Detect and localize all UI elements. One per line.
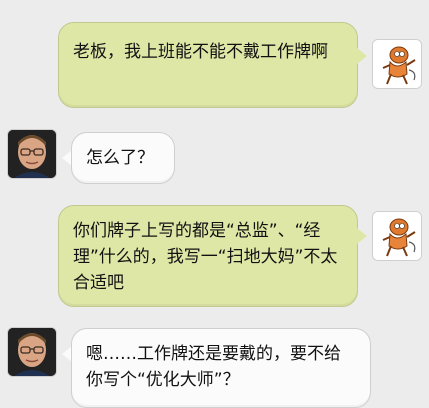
message-bubble-outgoing[interactable]: 你们牌子上写的都是“总监”、“经理”什么的，我写一“扫地大妈”不太合适吧 [58, 205, 358, 307]
message-bubble-outgoing[interactable]: 老板，我上班能不能不戴工作牌啊 [58, 22, 358, 108]
message-text: 嗯……工作牌还是要戴的，要不给你写个“优化大师”？ [86, 344, 341, 390]
message-text: 你们牌子上写的都是“总监”、“经理”什么的，我写一“扫地大妈”不太合适吧 [73, 221, 338, 293]
avatar[interactable] [373, 40, 421, 88]
avatar[interactable] [8, 328, 56, 376]
cartoon-character-avatar-icon [373, 212, 421, 260]
avatar[interactable] [373, 212, 421, 260]
bubble-tail [357, 48, 367, 64]
message-text: 怎么了？ [86, 148, 154, 168]
man-with-glasses-avatar-icon [8, 130, 56, 178]
bubble-tail [357, 228, 367, 244]
man-with-glasses-avatar-icon [8, 328, 56, 376]
message-text: 老板，我上班能不能不戴工作牌啊 [73, 42, 328, 62]
avatar[interactable] [8, 130, 56, 178]
message-bubble-incoming[interactable]: 嗯……工作牌还是要戴的，要不给你写个“优化大师”？ [71, 328, 371, 408]
message-bubble-incoming[interactable]: 怎么了？ [71, 132, 175, 184]
cartoon-character-avatar-icon [373, 40, 421, 88]
